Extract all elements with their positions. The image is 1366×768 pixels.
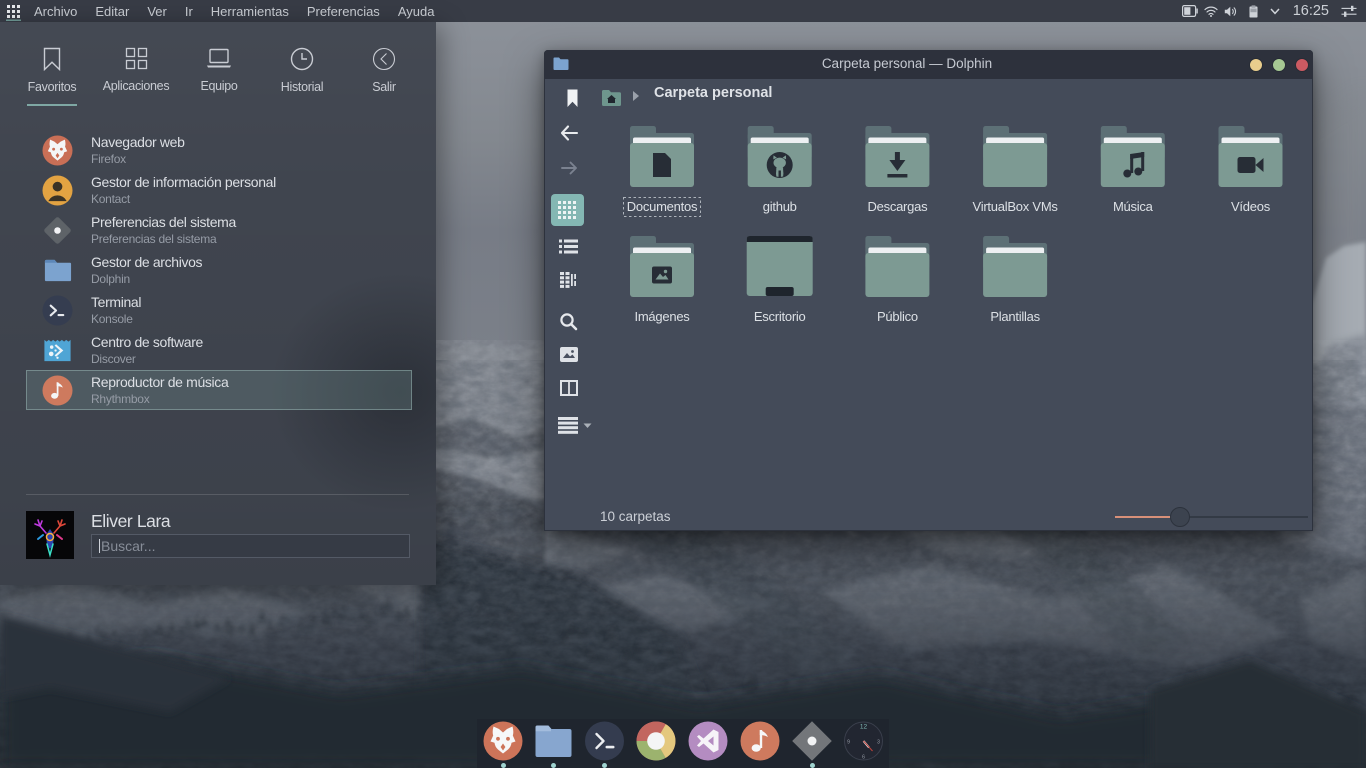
svg-text:Público: Público — [877, 309, 918, 324]
svg-text:Plantillas: Plantillas — [990, 309, 1040, 324]
svg-text:Escritorio: Escritorio — [754, 309, 806, 324]
svg-text:github: github — [763, 199, 797, 214]
svg-text:3: 3 — [877, 740, 880, 746]
svg-text:VirtualBox VMs: VirtualBox VMs — [973, 199, 1059, 214]
svg-text:9: 9 — [847, 740, 850, 746]
svg-text:Documentos: Documentos — [627, 199, 698, 214]
svg-text:6: 6 — [862, 755, 865, 761]
svg-text:Vídeos: Vídeos — [1231, 199, 1271, 214]
svg-text:Imágenes: Imágenes — [634, 309, 690, 324]
svg-text:Descargas: Descargas — [867, 199, 928, 214]
svg-text:12: 12 — [860, 724, 868, 731]
svg-text:Música: Música — [1113, 199, 1154, 214]
